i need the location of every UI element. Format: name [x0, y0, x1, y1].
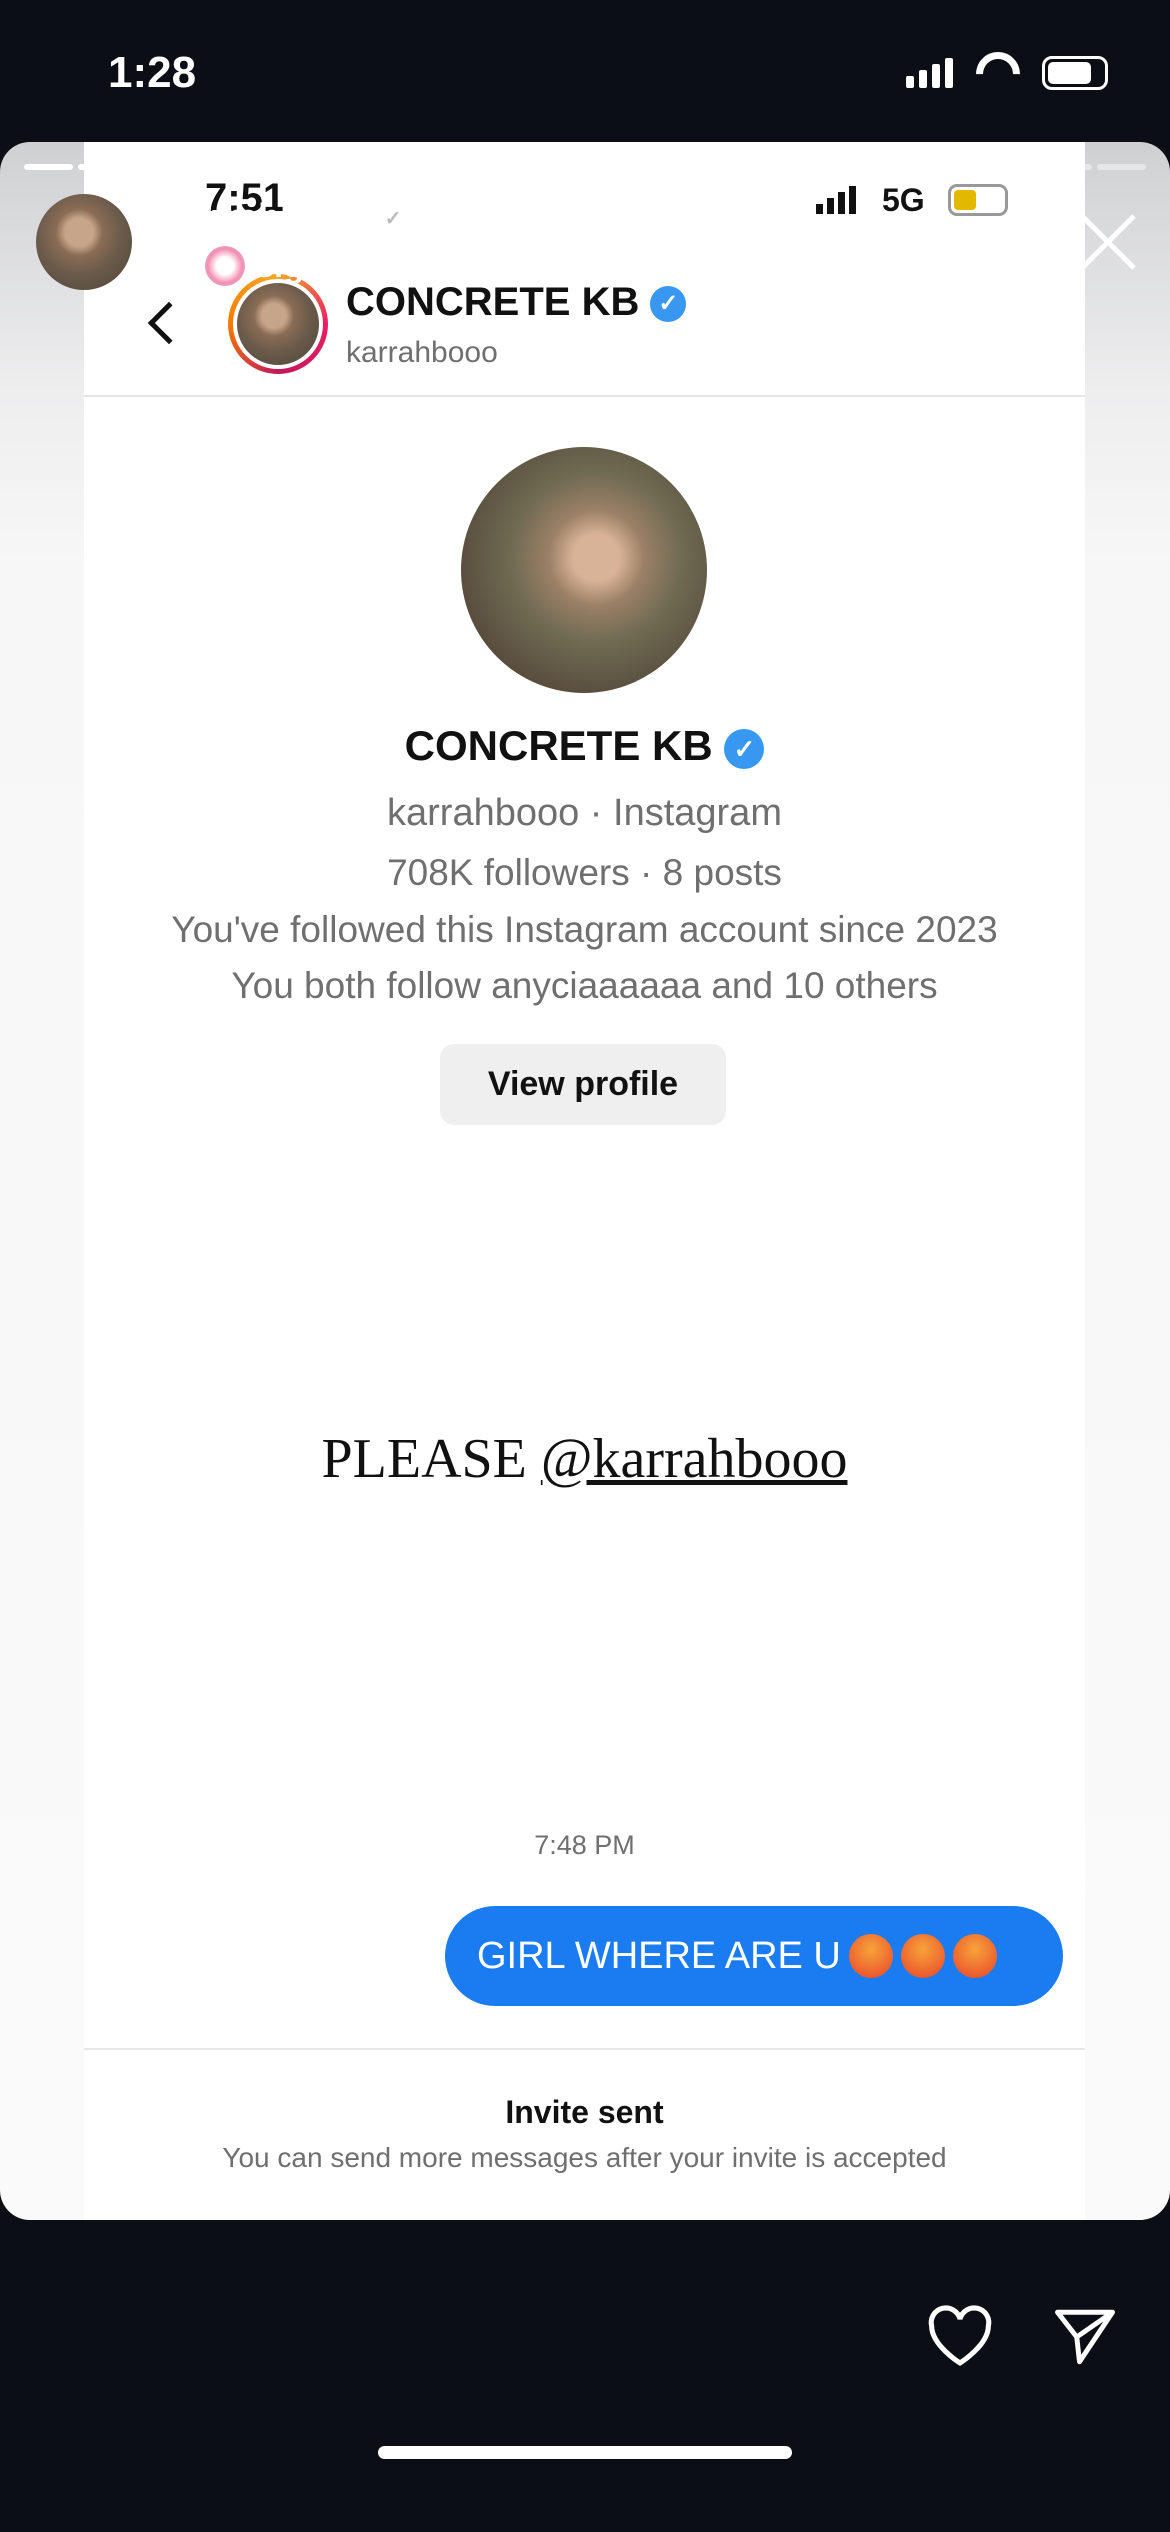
- story-progress-segment: [185, 164, 234, 170]
- story-username[interactable]: karrahbooo: [170, 196, 368, 237]
- story-progress-segment: [668, 164, 717, 170]
- angry-face-icon: [900, 1934, 945, 1978]
- view-profile-button: View profile: [440, 1044, 726, 1125]
- more-options-icon[interactable]: ···: [962, 222, 1012, 272]
- repost-username: sighphia: [255, 246, 395, 285]
- story-progress-segment: [990, 164, 1039, 170]
- story-progress-segment: [131, 164, 181, 170]
- repost-user-avatar: [205, 246, 246, 286]
- story-progress-segment: [721, 164, 771, 170]
- story-progress-segment: [775, 164, 825, 170]
- story-progress-segment: [1043, 164, 1093, 170]
- story-progress-segment: [614, 164, 664, 170]
- angry-face-icon: [848, 1934, 893, 1978]
- story-progress-segment: [1097, 164, 1147, 170]
- profile-handle-line: karrahbooo · Instagram: [387, 792, 782, 834]
- profile-avatar-large: [461, 447, 707, 693]
- story-progress-segment: [292, 164, 342, 170]
- message-text: GIRL WHERE ARE U: [477, 1934, 841, 1977]
- story-progress-segment: [560, 164, 610, 170]
- story-age: 19h: [430, 196, 491, 237]
- like-heart-icon[interactable]: [926, 2304, 994, 2373]
- verified-badge-icon: ✓: [378, 204, 409, 235]
- home-indicator[interactable]: [378, 2446, 792, 2459]
- signal-icon: [906, 58, 953, 88]
- header-avatar-ring: [228, 274, 328, 374]
- story-progress-segment: [399, 164, 449, 170]
- status-time: 1:28: [108, 48, 197, 97]
- story-progress-segment: [829, 164, 878, 170]
- story-progress-segment: [507, 164, 556, 170]
- story-progress-segment: [238, 164, 288, 170]
- message-bubble: GIRL WHERE ARE U: [445, 1906, 1063, 2006]
- caption: PLEASE @karrahbooo: [84, 1427, 1085, 1491]
- header-name: CONCRETE KB: [346, 280, 640, 324]
- inner-signal-icon: [816, 186, 856, 214]
- invite-title: Invite sent: [505, 2094, 664, 2130]
- battery-icon: [1042, 56, 1108, 90]
- story-progress-segment: [24, 164, 73, 170]
- repost-icon: ⟳: [170, 249, 196, 283]
- inner-battery-icon: [948, 184, 1008, 216]
- story-progress-segment: [77, 164, 127, 170]
- message-timestamp: 7:48 PM: [534, 1830, 635, 1860]
- profile-name: CONCRETE KB: [404, 722, 713, 769]
- story-progress-segment: [346, 164, 395, 170]
- verified-badge-icon: ✓: [724, 728, 765, 769]
- wifi-icon: [976, 52, 1020, 88]
- angry-face-icon: [952, 1934, 997, 1978]
- story-user-row: karrahbooo ✓ 19h: [170, 196, 490, 238]
- followed-since: You've followed this Instagram account s…: [171, 909, 998, 950]
- send-icon[interactable]: [1052, 2306, 1118, 2373]
- header-name-row: CONCRETE KB ✓: [346, 280, 687, 325]
- caption-mention[interactable]: @karrahbooo: [541, 1428, 848, 1490]
- story-progress-bar: [24, 164, 1147, 170]
- repost-row[interactable]: ⟳ sighphia: [170, 246, 395, 286]
- story-progress-segment: [936, 164, 986, 170]
- chat-divider: [84, 2048, 1085, 2050]
- invite-subtitle: You can send more messages after your in…: [222, 2142, 947, 2173]
- story-card[interactable]: CONCRETE KB ✓ karrahbooo · Instagram 708…: [0, 142, 1170, 2220]
- header-divider: [84, 395, 1085, 397]
- profile-name-row: CONCRETE KB ✓: [84, 722, 1085, 770]
- verified-badge-icon: ✓: [650, 286, 687, 323]
- caption-text: PLEASE: [321, 1428, 541, 1490]
- close-icon[interactable]: [1076, 210, 1140, 274]
- header-handle: karrahbooo: [346, 336, 498, 369]
- mutual-followers: You both follow anyciaaaaaa and 10 other…: [231, 965, 938, 1006]
- story-progress-segment: [453, 164, 503, 170]
- profile-stats: 708K followers · 8 posts: [387, 852, 782, 893]
- story-author-avatar[interactable]: [36, 194, 132, 290]
- inner-network: 5G: [882, 182, 925, 218]
- story-progress-segment: [882, 164, 932, 170]
